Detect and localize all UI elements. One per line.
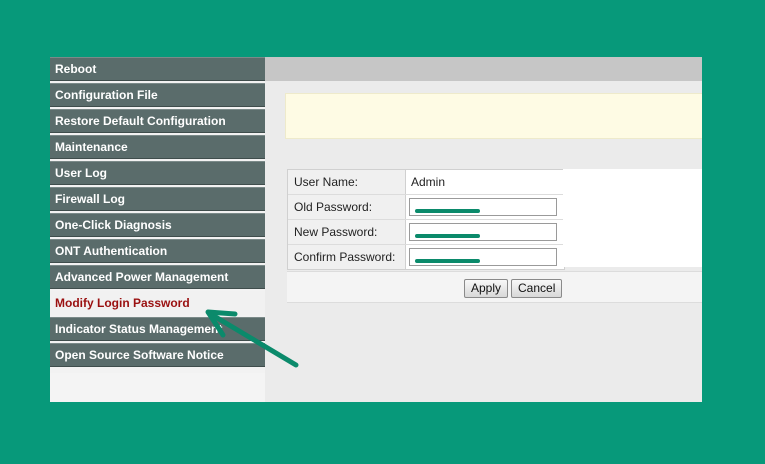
user-name-label: User Name: — [288, 170, 406, 194]
redaction-mark — [415, 209, 480, 213]
form-row-confirm-password: Confirm Password: — [288, 245, 564, 269]
router-admin-screen: Reboot Configuration File Restore Defaul… — [50, 57, 702, 402]
sidebar-item-user-log[interactable]: User Log — [50, 161, 265, 185]
old-password-input[interactable] — [409, 198, 557, 216]
sidebar-item-indicator-status-management[interactable]: Indicator Status Management — [50, 317, 265, 341]
new-password-input[interactable] — [409, 223, 557, 241]
content-blank-area — [563, 169, 702, 267]
sidebar-item-firewall-log[interactable]: Firewall Log — [50, 187, 265, 211]
sidebar-item-maintenance[interactable]: Maintenance — [50, 135, 265, 159]
cancel-button[interactable]: Cancel — [511, 279, 563, 298]
sidebar-item-advanced-power-management[interactable]: Advanced Power Management — [50, 265, 265, 289]
button-bar: Apply Cancel — [287, 271, 702, 303]
content-header-bar — [265, 57, 702, 81]
password-form: User Name: Admin Old Password: New Passw… — [287, 169, 565, 270]
sidebar-item-restore-default-configuration[interactable]: Restore Default Configuration — [50, 109, 265, 133]
apply-button[interactable]: Apply — [464, 279, 509, 298]
sidebar-footer — [50, 373, 265, 402]
form-row-new-password: New Password: — [288, 220, 564, 245]
sidebar-item-ont-authentication[interactable]: ONT Authentication — [50, 239, 265, 263]
redaction-mark — [415, 259, 480, 263]
form-row-user-name: User Name: Admin — [288, 170, 564, 195]
sidebar-item-modify-login-password[interactable]: Modify Login Password — [50, 291, 265, 315]
sidebar-item-reboot[interactable]: Reboot — [50, 57, 265, 81]
sidebar-item-one-click-diagnosis[interactable]: One-Click Diagnosis — [50, 213, 265, 237]
old-password-cell — [406, 195, 564, 219]
redaction-mark — [415, 234, 480, 238]
sidebar-item-open-source-software-notice[interactable]: Open Source Software Notice — [50, 343, 265, 367]
confirm-password-input[interactable] — [409, 248, 557, 266]
form-row-old-password: Old Password: — [288, 195, 564, 220]
notice-box — [285, 93, 702, 139]
new-password-cell — [406, 220, 564, 244]
sidebar-item-configuration-file[interactable]: Configuration File — [50, 83, 265, 107]
user-name-value: Admin — [411, 175, 446, 189]
new-password-label: New Password: — [288, 220, 406, 244]
old-password-label: Old Password: — [288, 195, 406, 219]
sidebar: Reboot Configuration File Restore Defaul… — [50, 57, 265, 402]
confirm-password-label: Confirm Password: — [288, 245, 406, 269]
confirm-password-cell — [406, 245, 564, 269]
